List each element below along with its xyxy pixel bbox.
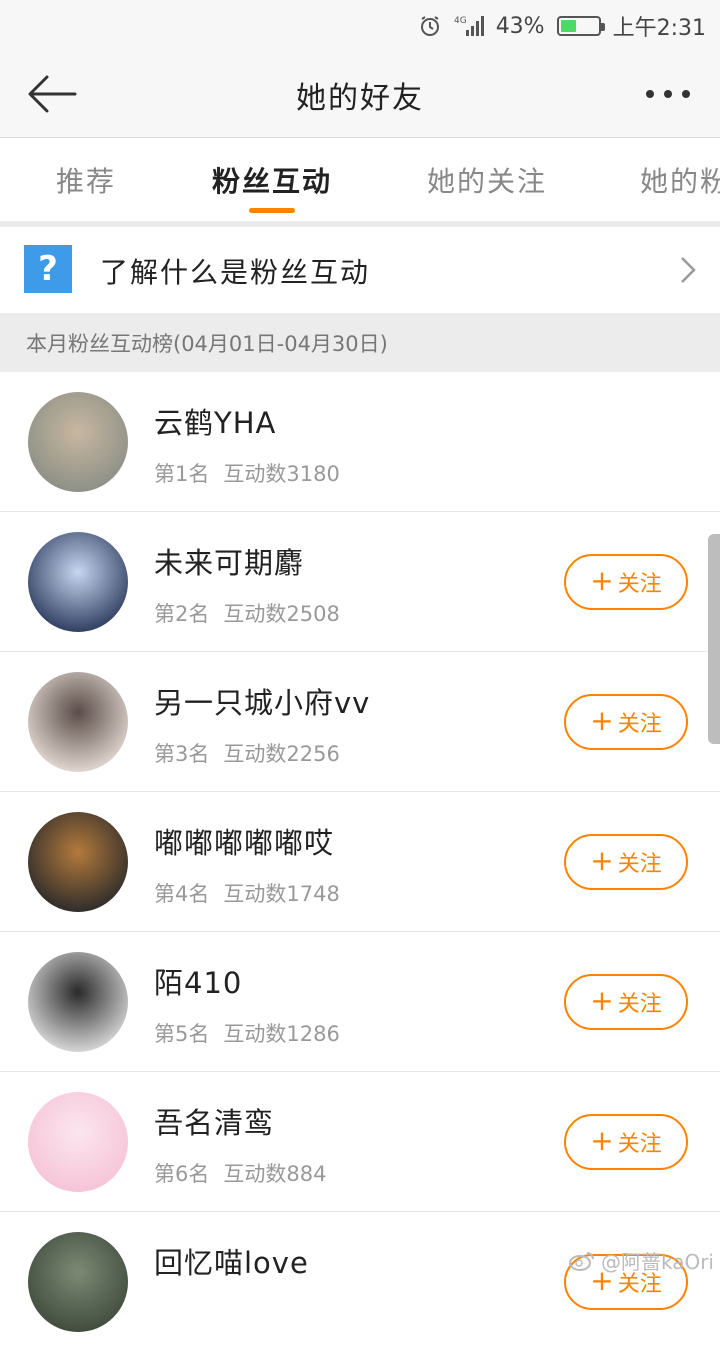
plus-icon: + (590, 564, 614, 597)
chevron-right-icon (681, 257, 696, 283)
battery-fill (560, 20, 577, 32)
avatar[interactable] (28, 1092, 128, 1192)
list-item[interactable]: 嘟嘟嘟嘟嘟哎 第4名 互动数1748 + 关注 (0, 792, 720, 932)
follow-label: 关注 (617, 712, 662, 737)
list-item[interactable]: 陌410 第5名 互动数1286 + 关注 (0, 932, 720, 1072)
avatar[interactable] (28, 532, 128, 632)
follow-button[interactable]: + 关注 (564, 974, 688, 1030)
fan-meta: 第6名 互动数884 (154, 1158, 326, 1188)
scrollbar-thumb[interactable] (708, 534, 720, 744)
fan-meta: 第4名 互动数1748 (154, 878, 340, 908)
what-is-fan-interaction-row[interactable]: ? 了解什么是粉丝互动 (0, 227, 720, 313)
plus-icon: + (590, 844, 614, 877)
fan-name[interactable]: 另一只城小府vv (154, 680, 370, 722)
interaction-count: 互动数1286 (223, 1022, 340, 1046)
plus-icon: + (590, 704, 614, 737)
arrow-left-icon (28, 75, 77, 113)
alarm-icon (418, 14, 442, 38)
interaction-count: 互动数884 (223, 1162, 327, 1186)
battery-percent: 43% (495, 13, 545, 39)
list-item[interactable]: 云鹤YHA 第1名 互动数3180 (0, 372, 720, 512)
fan-rank: 第4名 (154, 882, 210, 906)
clock-time: 上午2:31 (612, 16, 706, 41)
fan-rank: 第5名 (154, 1022, 210, 1046)
weibo-logo-icon (568, 1251, 594, 1271)
signal-icon: 4G (454, 14, 484, 38)
interaction-count: 互动数2256 (223, 742, 340, 766)
tab-bar: 推荐 粉丝互动 她的关注 她的粉 (0, 139, 720, 221)
avatar[interactable] (28, 1232, 128, 1332)
more-dots-icon (646, 90, 690, 98)
fan-name[interactable]: 未来可期麝 (154, 540, 304, 582)
list-item[interactable]: 吾名清鸾 第6名 互动数884 + 关注 (0, 1072, 720, 1212)
tab-recommend[interactable]: 推荐 (46, 139, 126, 221)
interaction-count: 互动数3180 (223, 462, 340, 486)
fan-name[interactable]: 陌410 (154, 960, 242, 1002)
tab-her-fans[interactable]: 她的粉 (640, 139, 720, 221)
more-button[interactable] (640, 70, 696, 118)
avatar[interactable] (28, 952, 128, 1052)
watermark: @阿蔷kaOri (568, 1246, 714, 1275)
tab-her-following[interactable]: 她的关注 (420, 139, 554, 221)
back-button[interactable] (24, 70, 80, 118)
follow-button[interactable]: + 关注 (564, 694, 688, 750)
follow-button[interactable]: + 关注 (564, 554, 688, 610)
fan-rank: 第2名 (154, 602, 210, 626)
plus-icon: + (590, 984, 614, 1017)
network-type-label: 4G (454, 16, 467, 26)
fan-rank: 第3名 (154, 742, 210, 766)
fan-name[interactable]: 云鹤YHA (154, 400, 276, 442)
fan-meta: 第5名 互动数1286 (154, 1018, 340, 1048)
follow-label: 关注 (617, 1132, 662, 1157)
question-icon: ? (24, 245, 72, 293)
interaction-count: 互动数2508 (223, 602, 340, 626)
fan-meta: 第2名 互动数2508 (154, 598, 340, 628)
list-item[interactable]: 另一只城小府vv 第3名 互动数2256 + 关注 (0, 652, 720, 792)
list-item[interactable]: 未来可期麝 第2名 互动数2508 + 关注 (0, 512, 720, 652)
fan-rank: 第1名 (154, 462, 210, 486)
fan-ranking-list: 云鹤YHA 第1名 互动数3180 未来可期麝 第2名 互动数2508 + 关注 另一… (0, 372, 720, 1352)
fan-rank: 第6名 (154, 1162, 210, 1186)
avatar[interactable] (28, 392, 128, 492)
battery-icon (556, 16, 605, 36)
fan-name[interactable]: 嘟嘟嘟嘟嘟哎 (154, 820, 334, 862)
follow-button[interactable]: + 关注 (564, 1114, 688, 1170)
title-bar: 她的好友 (0, 52, 720, 138)
plus-icon: + (590, 1124, 614, 1157)
fan-name[interactable]: 吾名清鸾 (154, 1100, 274, 1142)
fan-meta: 第1名 互动数3180 (154, 458, 340, 488)
section-header: 本月粉丝互动榜(04月01日-04月30日) (0, 313, 720, 372)
info-label: 了解什么是粉丝互动 (100, 256, 371, 289)
active-tab-indicator (249, 208, 295, 213)
status-bar: 4G 43% 上午2:31 (0, 0, 720, 52)
page-title: 她的好友 (296, 80, 424, 116)
fan-meta: 第3名 互动数2256 (154, 738, 340, 768)
avatar[interactable] (28, 672, 128, 772)
watermark-text: @阿蔷kaOri (600, 1250, 714, 1274)
follow-button[interactable]: + 关注 (564, 834, 688, 890)
follow-label: 关注 (617, 852, 662, 877)
avatar[interactable] (28, 812, 128, 912)
fan-name[interactable]: 回忆喵love (154, 1240, 309, 1282)
follow-label: 关注 (617, 572, 662, 597)
follow-label: 关注 (617, 992, 662, 1017)
list-item[interactable]: 回忆喵love + 关注 (0, 1212, 720, 1352)
interaction-count: 互动数1748 (223, 882, 340, 906)
